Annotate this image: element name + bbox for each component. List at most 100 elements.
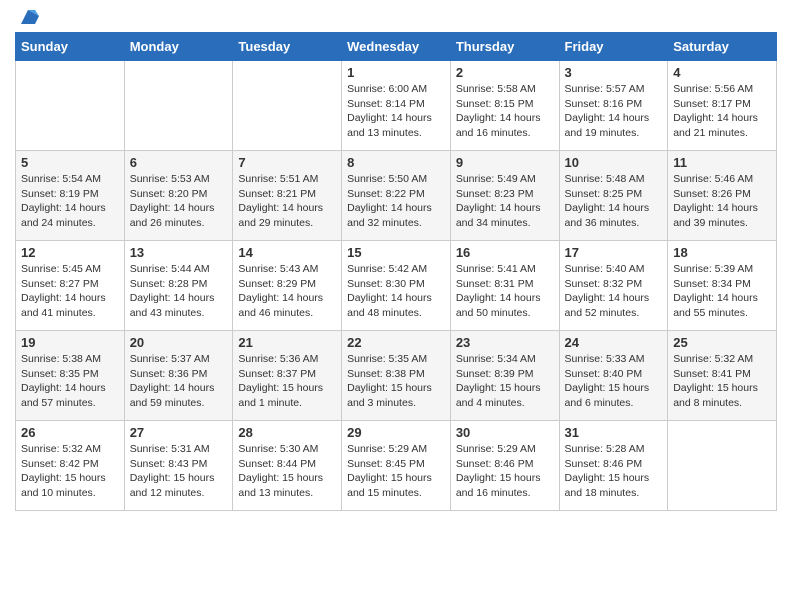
calendar-cell: 1 Sunrise: 6:00 AM Sunset: 8:14 PM Daylig… (342, 61, 451, 151)
calendar-cell: 13 Sunrise: 5:44 AM Sunset: 8:28 PM Dayli… (124, 241, 233, 331)
calendar-table: SundayMondayTuesdayWednesdayThursdayFrid… (15, 32, 777, 511)
day-number: 12 (21, 245, 119, 260)
calendar-cell: 26 Sunrise: 5:32 AM Sunset: 8:42 PM Dayli… (16, 421, 125, 511)
day-info: Sunrise: 5:29 AM Sunset: 8:46 PM Dayligh… (456, 442, 554, 501)
weekday-header-tuesday: Tuesday (233, 33, 342, 61)
calendar-week-row: 12 Sunrise: 5:45 AM Sunset: 8:27 PM Dayli… (16, 241, 777, 331)
day-number: 3 (565, 65, 663, 80)
calendar-cell: 4 Sunrise: 5:56 AM Sunset: 8:17 PM Daylig… (668, 61, 777, 151)
day-info: Sunrise: 5:36 AM Sunset: 8:37 PM Dayligh… (238, 352, 336, 411)
calendar-cell: 27 Sunrise: 5:31 AM Sunset: 8:43 PM Dayli… (124, 421, 233, 511)
calendar-cell (233, 61, 342, 151)
day-info: Sunrise: 5:51 AM Sunset: 8:21 PM Dayligh… (238, 172, 336, 231)
calendar-cell: 29 Sunrise: 5:29 AM Sunset: 8:45 PM Dayli… (342, 421, 451, 511)
day-info: Sunrise: 5:46 AM Sunset: 8:26 PM Dayligh… (673, 172, 771, 231)
calendar-cell: 25 Sunrise: 5:32 AM Sunset: 8:41 PM Dayli… (668, 331, 777, 421)
day-number: 5 (21, 155, 119, 170)
day-info: Sunrise: 5:42 AM Sunset: 8:30 PM Dayligh… (347, 262, 445, 321)
day-number: 18 (673, 245, 771, 260)
day-info: Sunrise: 5:32 AM Sunset: 8:42 PM Dayligh… (21, 442, 119, 501)
day-number: 8 (347, 155, 445, 170)
day-number: 9 (456, 155, 554, 170)
day-info: Sunrise: 5:35 AM Sunset: 8:38 PM Dayligh… (347, 352, 445, 411)
calendar-cell: 12 Sunrise: 5:45 AM Sunset: 8:27 PM Dayli… (16, 241, 125, 331)
day-number: 25 (673, 335, 771, 350)
day-info: Sunrise: 5:31 AM Sunset: 8:43 PM Dayligh… (130, 442, 228, 501)
day-info: Sunrise: 6:00 AM Sunset: 8:14 PM Dayligh… (347, 82, 445, 141)
calendar-cell: 14 Sunrise: 5:43 AM Sunset: 8:29 PM Dayli… (233, 241, 342, 331)
logo-icon (17, 6, 39, 28)
day-info: Sunrise: 5:34 AM Sunset: 8:39 PM Dayligh… (456, 352, 554, 411)
day-number: 28 (238, 425, 336, 440)
calendar-cell: 28 Sunrise: 5:30 AM Sunset: 8:44 PM Dayli… (233, 421, 342, 511)
day-info: Sunrise: 5:45 AM Sunset: 8:27 PM Dayligh… (21, 262, 119, 321)
calendar-week-row: 1 Sunrise: 6:00 AM Sunset: 8:14 PM Daylig… (16, 61, 777, 151)
weekday-header-row: SundayMondayTuesdayWednesdayThursdayFrid… (16, 33, 777, 61)
calendar-cell: 11 Sunrise: 5:46 AM Sunset: 8:26 PM Dayli… (668, 151, 777, 241)
calendar-week-row: 5 Sunrise: 5:54 AM Sunset: 8:19 PM Daylig… (16, 151, 777, 241)
day-number: 26 (21, 425, 119, 440)
calendar-cell (16, 61, 125, 151)
weekday-header-thursday: Thursday (450, 33, 559, 61)
day-info: Sunrise: 5:58 AM Sunset: 8:15 PM Dayligh… (456, 82, 554, 141)
day-number: 30 (456, 425, 554, 440)
calendar-cell: 21 Sunrise: 5:36 AM Sunset: 8:37 PM Dayli… (233, 331, 342, 421)
day-number: 11 (673, 155, 771, 170)
calendar-cell: 18 Sunrise: 5:39 AM Sunset: 8:34 PM Dayli… (668, 241, 777, 331)
calendar-cell: 7 Sunrise: 5:51 AM Sunset: 8:21 PM Daylig… (233, 151, 342, 241)
page-header (15, 10, 777, 24)
calendar-cell: 16Sunrise: 5:41 AM Sunset: 8:31 PM Dayli… (450, 241, 559, 331)
day-number: 17 (565, 245, 663, 260)
day-number: 1 (347, 65, 445, 80)
day-info: Sunrise: 5:32 AM Sunset: 8:41 PM Dayligh… (673, 352, 771, 411)
day-info: Sunrise: 5:50 AM Sunset: 8:22 PM Dayligh… (347, 172, 445, 231)
calendar-cell: 6Sunrise: 5:53 AM Sunset: 8:20 PM Daylig… (124, 151, 233, 241)
day-info: Sunrise: 5:53 AM Sunset: 8:20 PM Dayligh… (130, 172, 228, 231)
weekday-header-saturday: Saturday (668, 33, 777, 61)
calendar-cell: 8 Sunrise: 5:50 AM Sunset: 8:22 PM Daylig… (342, 151, 451, 241)
day-info: Sunrise: 5:29 AM Sunset: 8:45 PM Dayligh… (347, 442, 445, 501)
day-number: 2 (456, 65, 554, 80)
weekday-header-wednesday: Wednesday (342, 33, 451, 61)
day-info: Sunrise: 5:56 AM Sunset: 8:17 PM Dayligh… (673, 82, 771, 141)
day-number: 10 (565, 155, 663, 170)
day-info: Sunrise: 5:44 AM Sunset: 8:28 PM Dayligh… (130, 262, 228, 321)
calendar-cell: 15Sunrise: 5:42 AM Sunset: 8:30 PM Dayli… (342, 241, 451, 331)
day-number: 22 (347, 335, 445, 350)
day-number: 31 (565, 425, 663, 440)
calendar-cell: 24 Sunrise: 5:33 AM Sunset: 8:40 PM Dayli… (559, 331, 668, 421)
day-info: Sunrise: 5:28 AM Sunset: 8:46 PM Dayligh… (565, 442, 663, 501)
calendar-cell (668, 421, 777, 511)
calendar-cell: 3Sunrise: 5:57 AM Sunset: 8:16 PM Daylig… (559, 61, 668, 151)
calendar-week-row: 26 Sunrise: 5:32 AM Sunset: 8:42 PM Dayli… (16, 421, 777, 511)
day-number: 27 (130, 425, 228, 440)
day-number: 14 (238, 245, 336, 260)
day-info: Sunrise: 5:43 AM Sunset: 8:29 PM Dayligh… (238, 262, 336, 321)
calendar-cell: 19Sunrise: 5:38 AM Sunset: 8:35 PM Dayli… (16, 331, 125, 421)
weekday-header-friday: Friday (559, 33, 668, 61)
day-number: 24 (565, 335, 663, 350)
calendar-cell: 17 Sunrise: 5:40 AM Sunset: 8:32 PM Dayli… (559, 241, 668, 331)
day-info: Sunrise: 5:54 AM Sunset: 8:19 PM Dayligh… (21, 172, 119, 231)
day-number: 13 (130, 245, 228, 260)
calendar-cell: 31 Sunrise: 5:28 AM Sunset: 8:46 PM Dayli… (559, 421, 668, 511)
day-number: 20 (130, 335, 228, 350)
day-number: 4 (673, 65, 771, 80)
day-number: 21 (238, 335, 336, 350)
calendar-cell: 20 Sunrise: 5:37 AM Sunset: 8:36 PM Dayli… (124, 331, 233, 421)
day-number: 29 (347, 425, 445, 440)
day-info: Sunrise: 5:30 AM Sunset: 8:44 PM Dayligh… (238, 442, 336, 501)
logo (15, 10, 39, 24)
calendar-cell (124, 61, 233, 151)
weekday-header-sunday: Sunday (16, 33, 125, 61)
calendar-week-row: 19Sunrise: 5:38 AM Sunset: 8:35 PM Dayli… (16, 331, 777, 421)
day-info: Sunrise: 5:39 AM Sunset: 8:34 PM Dayligh… (673, 262, 771, 321)
day-info: Sunrise: 5:48 AM Sunset: 8:25 PM Dayligh… (565, 172, 663, 231)
day-info: Sunrise: 5:40 AM Sunset: 8:32 PM Dayligh… (565, 262, 663, 321)
calendar-cell: 23 Sunrise: 5:34 AM Sunset: 8:39 PM Dayli… (450, 331, 559, 421)
calendar-cell: 30 Sunrise: 5:29 AM Sunset: 8:46 PM Dayli… (450, 421, 559, 511)
day-info: Sunrise: 5:33 AM Sunset: 8:40 PM Dayligh… (565, 352, 663, 411)
day-info: Sunrise: 5:37 AM Sunset: 8:36 PM Dayligh… (130, 352, 228, 411)
day-number: 23 (456, 335, 554, 350)
day-number: 7 (238, 155, 336, 170)
